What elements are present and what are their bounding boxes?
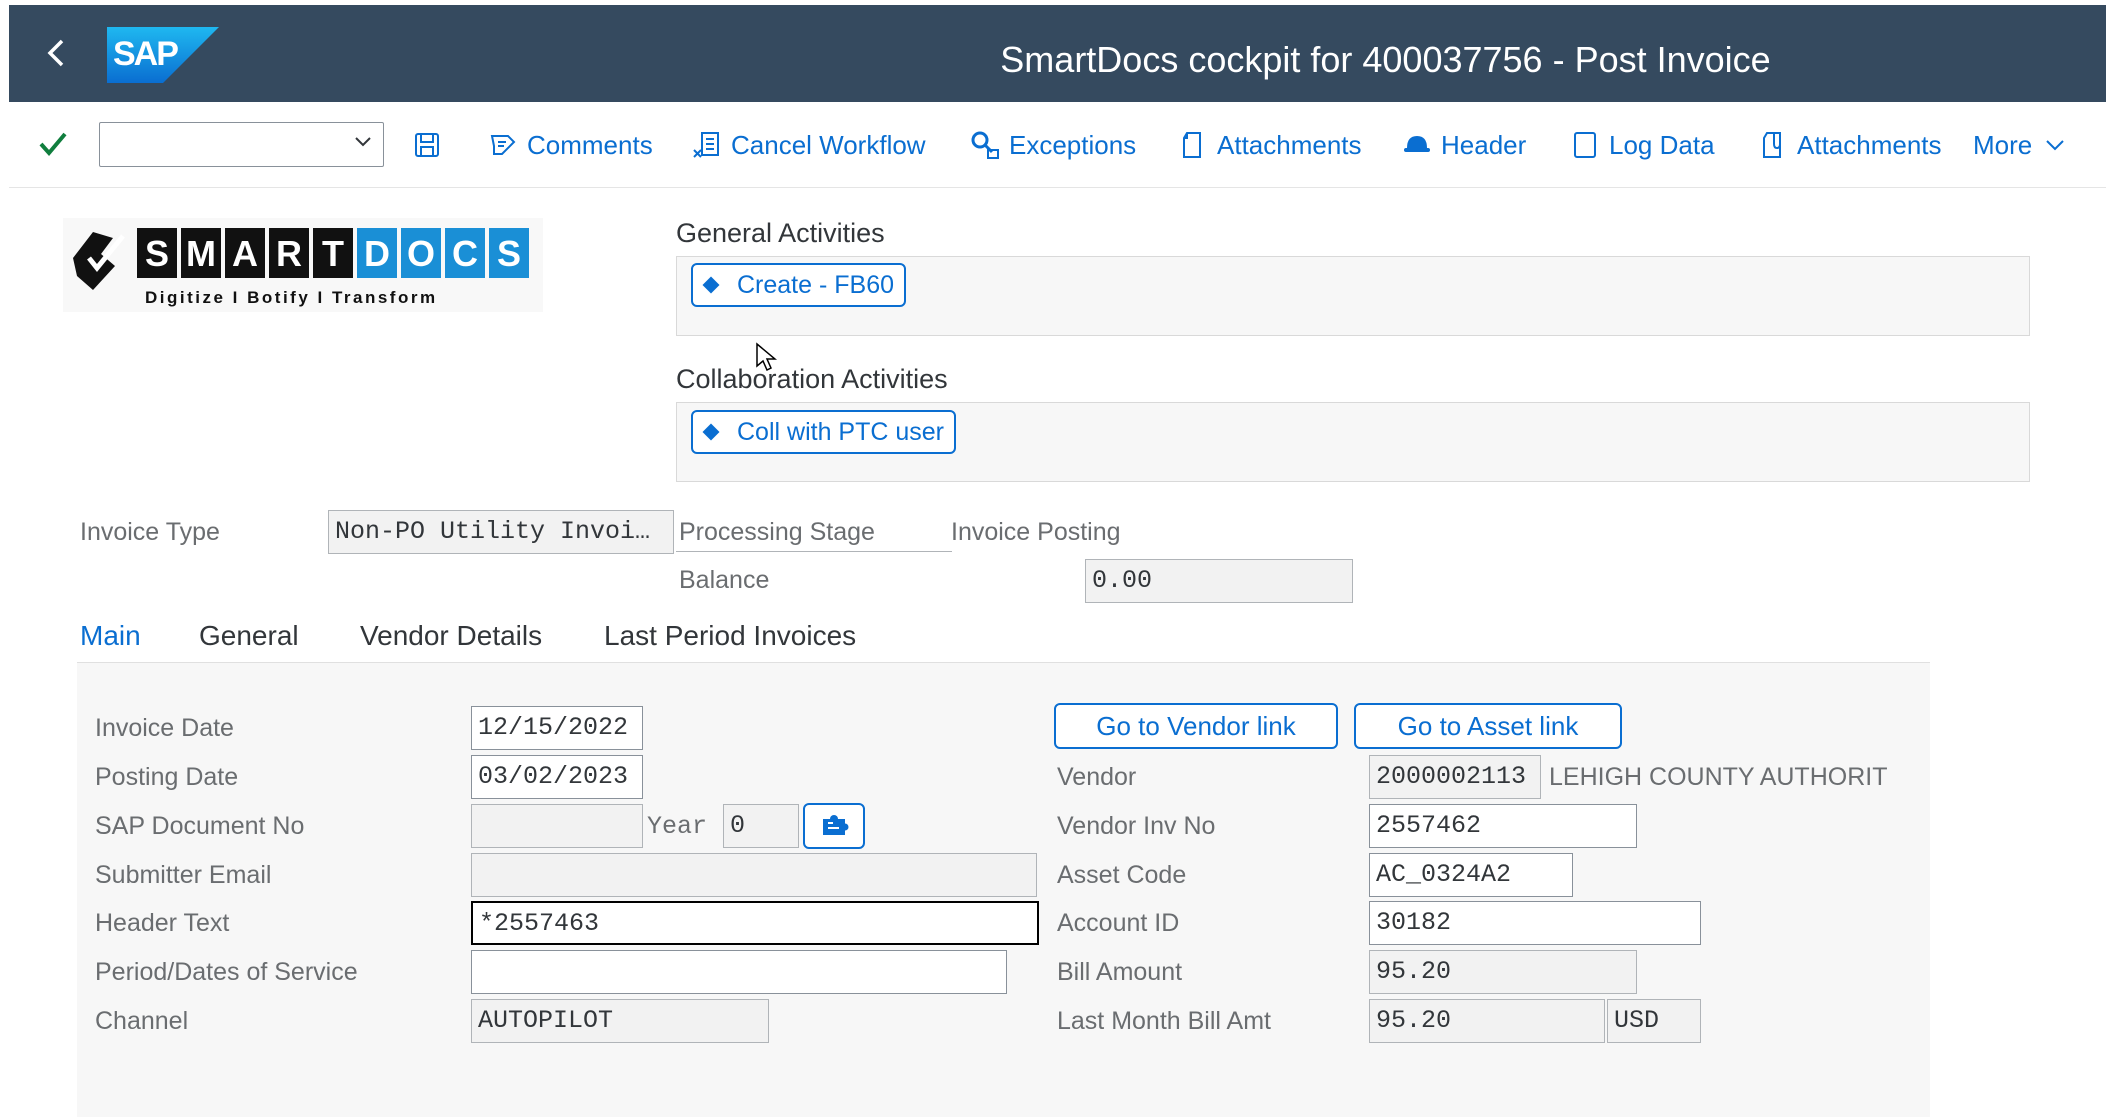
logo-letter: R [276, 233, 302, 274]
exceptions-icon [969, 129, 1001, 161]
attachments-button[interactable]: Attachments [1177, 102, 1362, 188]
command-field[interactable] [99, 122, 384, 167]
exceptions-label: Exceptions [1009, 129, 1137, 160]
header-label: Header [1441, 129, 1527, 160]
bill-amount-label: Bill Amount [1057, 958, 1183, 986]
logo-letter: S [145, 233, 169, 274]
period-of-service-field[interactable] [471, 950, 1007, 994]
chevron-down-icon[interactable] [353, 131, 373, 151]
sap-document-no-label: SAP Document No [95, 812, 305, 840]
page-title: SmartDocs cockpit for 400037756 - Post I… [1000, 39, 1771, 80]
exceptions-button[interactable]: Exceptions [969, 102, 1136, 188]
processing-stage-label: Processing Stage [679, 518, 875, 546]
smartdocs-logo: SMARTDOCS Digitize I Botify I Transform [63, 218, 543, 312]
header-text-field[interactable]: *2557463 [471, 901, 1039, 945]
coll-with-ptc-button[interactable]: Coll with PTC user [691, 410, 956, 454]
diamond-icon [702, 423, 720, 441]
logo-letter: D [364, 233, 390, 274]
cancel-workflow-icon [691, 129, 723, 161]
confirm-checkmark-button[interactable] [35, 126, 71, 162]
invoice-date-field[interactable]: 12/15/2022 [471, 706, 643, 750]
log-data-button[interactable]: Log Data [1569, 102, 1715, 188]
sap-document-no-field[interactable] [471, 804, 643, 848]
sap-logo: SAP [107, 27, 219, 83]
attachments-2-button[interactable]: Attachments [1757, 102, 1942, 188]
comments-label: Comments [527, 129, 653, 160]
diamond-icon [702, 276, 720, 294]
logo-letter: A [232, 233, 258, 274]
balance-field[interactable]: 0.00 [1085, 559, 1353, 603]
checkmark-icon [39, 132, 67, 157]
cancel-workflow-button[interactable]: Cancel Workflow [691, 102, 926, 188]
save-icon [415, 133, 439, 157]
vendor-inv-no-field[interactable]: 2557462 [1369, 804, 1637, 848]
paperclip-icon [1757, 129, 1789, 161]
collaboration-activities-title: Collaboration Activities [676, 364, 948, 394]
year-label: Year [647, 812, 708, 841]
mouse-cursor-icon [756, 342, 777, 372]
asset-code-field[interactable]: AC_0324A2 [1369, 853, 1573, 897]
bill-amount-field[interactable]: 95.20 [1369, 950, 1637, 994]
more-label: More [1973, 129, 2033, 160]
vendor-id-field[interactable]: 2000002113 [1369, 755, 1541, 799]
go-to-asset-link-button[interactable]: Go to Asset link [1354, 703, 1622, 749]
attachments-2-label: Attachments [1797, 129, 1942, 160]
general-activities-title: General Activities [676, 218, 885, 248]
puzzle-icon [823, 815, 849, 835]
channel-label: Channel [95, 1007, 189, 1035]
document-display-button[interactable] [803, 803, 865, 849]
shell-bar: SAP SmartDocs cockpit for 400037756 - Po… [9, 5, 2106, 102]
coll-with-ptc-label: Coll with PTC user [737, 417, 944, 446]
log-data-label: Log Data [1609, 129, 1715, 160]
logo-letter: S [497, 233, 521, 274]
invoice-type-label: Invoice Type [80, 518, 220, 546]
posting-date-label: Posting Date [95, 763, 239, 791]
logo-letter: C [452, 233, 478, 274]
back-button[interactable] [35, 31, 79, 75]
account-id-label: Account ID [1057, 909, 1180, 937]
processing-stage-value: Invoice Posting [951, 518, 1121, 546]
currency-field[interactable]: USD [1607, 999, 1701, 1043]
processing-stage-underline [676, 551, 952, 552]
last-month-bill-amt-field[interactable]: 95.20 [1369, 999, 1605, 1043]
posting-date-field[interactable]: 03/02/2023 [471, 755, 643, 799]
header-text-label: Header Text [95, 909, 230, 937]
log-data-icon [1569, 129, 1601, 161]
vendor-inv-no-label: Vendor Inv No [1057, 812, 1216, 840]
vendor-name: LEHIGH COUNTY AUTHORIT [1549, 763, 1888, 791]
comments-button[interactable]: Comments [487, 102, 653, 188]
header-icon [1401, 129, 1433, 161]
attachment-icon [1177, 129, 1209, 161]
channel-field[interactable]: AUTOPILOT [471, 999, 769, 1043]
logo-letter: T [322, 233, 344, 274]
attachments-label: Attachments [1217, 129, 1362, 160]
header-button[interactable]: Header [1401, 102, 1526, 188]
chevron-left-icon [47, 39, 64, 67]
invoice-type-field[interactable]: Non-PO Utility Invoi… [328, 510, 674, 554]
balance-label: Balance [679, 566, 770, 594]
chevron-down-icon [2046, 140, 2064, 151]
more-button[interactable]: More [1973, 102, 2070, 188]
period-of-service-label: Period/Dates of Service [95, 958, 358, 986]
year-field[interactable]: 0 [723, 804, 799, 848]
asset-code-label: Asset Code [1057, 861, 1187, 889]
last-month-bill-amt-label: Last Month Bill Amt [1057, 1007, 1271, 1035]
logo-tagline: Digitize I Botify I Transform [145, 288, 438, 307]
vendor-label: Vendor [1057, 763, 1137, 791]
cancel-workflow-label: Cancel Workflow [731, 129, 926, 160]
application-toolbar: Comments Cancel Workflow Exceptions Atta… [9, 102, 2106, 188]
logo-letter: O [407, 233, 435, 274]
submitter-email-field[interactable] [471, 853, 1037, 897]
main-content: SMARTDOCS Digitize I Botify I Transform … [9, 188, 2106, 1117]
save-button[interactable] [413, 102, 441, 188]
logo-letter: M [186, 233, 216, 274]
go-to-vendor-link-button[interactable]: Go to Vendor link [1054, 703, 1338, 749]
invoice-date-label: Invoice Date [95, 714, 234, 742]
comments-icon [487, 129, 519, 161]
create-fb60-label: Create - FB60 [737, 270, 895, 299]
submitter-email-label: Submitter Email [95, 861, 272, 889]
account-id-field[interactable]: 30182 [1369, 901, 1701, 945]
create-fb60-button[interactable]: Create - FB60 [691, 263, 907, 307]
svg-text:SAP: SAP [113, 35, 178, 73]
